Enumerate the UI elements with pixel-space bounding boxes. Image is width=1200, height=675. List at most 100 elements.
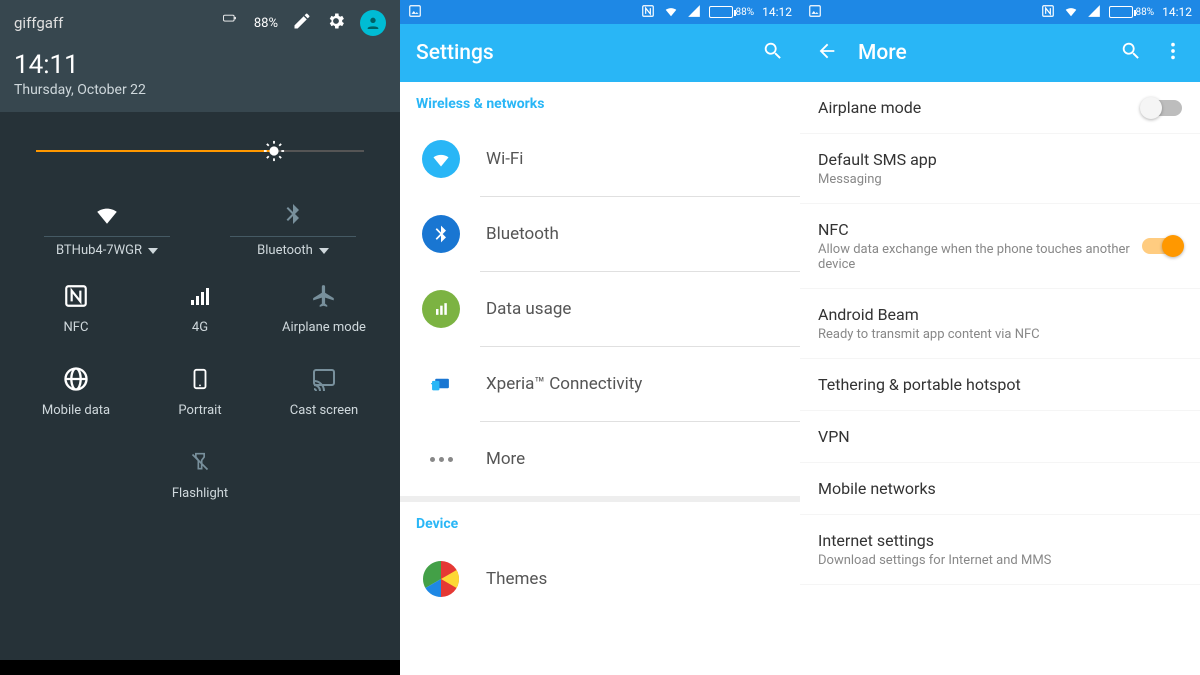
qs-tile-nfc[interactable]: NFC xyxy=(14,280,138,335)
row-label: More xyxy=(486,449,525,469)
qs-tile-signal[interactable]: 4G xyxy=(138,280,262,335)
row-label: Wi-Fi xyxy=(486,149,523,169)
status-time: 14:12 xyxy=(762,5,792,19)
tile-label: 4G xyxy=(192,320,208,335)
overflow-icon[interactable] xyxy=(1162,40,1184,66)
section-device: Device xyxy=(400,502,800,542)
qs-tile-mobiledata[interactable]: Mobile data xyxy=(14,363,138,418)
battery-icon: 88% xyxy=(1109,6,1155,18)
row-title: Android Beam xyxy=(818,305,1172,324)
more-row-beam[interactable]: Android Beam Ready to transmit app conten… xyxy=(800,289,1200,359)
wifi-icon xyxy=(422,140,460,178)
search-icon[interactable] xyxy=(1120,40,1142,66)
nfc-icon xyxy=(1041,4,1055,21)
battery-icon: 88% xyxy=(709,6,755,18)
row-subtitle: Download settings for Internet and MMS xyxy=(818,553,1172,568)
signal-icon xyxy=(138,280,262,312)
more-row-vpn[interactable]: VPN xyxy=(800,411,1200,463)
airplane-icon xyxy=(262,280,386,312)
tile-label: Mobile data xyxy=(42,403,110,418)
settings-row-datausage[interactable]: Data usage xyxy=(400,272,800,346)
row-title: VPN xyxy=(818,427,1172,446)
qs-tile-bluetooth[interactable]: Bluetooth xyxy=(200,194,386,272)
tile-label: Airplane mode xyxy=(282,320,366,335)
row-title: Tethering & portable hotspot xyxy=(818,375,1172,394)
row-title: Mobile networks xyxy=(818,479,1172,498)
nfc-icon xyxy=(14,280,138,312)
qs-tile-bluetooth-label: Bluetooth xyxy=(257,243,313,258)
more-row-nfc[interactable]: NFC Allow data exchange when the phone to… xyxy=(800,204,1200,289)
brightness-slider[interactable] xyxy=(14,136,386,166)
data-usage-icon xyxy=(422,290,460,328)
chevron-down-icon[interactable] xyxy=(148,248,158,254)
settings-row-wifi[interactable]: Wi-Fi xyxy=(400,122,800,196)
row-label: Data usage xyxy=(486,299,571,319)
row-title: NFC xyxy=(818,220,1132,239)
row-subtitle: Ready to transmit app content via NFC xyxy=(818,327,1172,342)
search-icon[interactable] xyxy=(762,40,784,66)
themes-icon xyxy=(422,560,460,598)
qs-tile-wifi-label: BTHub4-7WGR xyxy=(56,243,142,258)
qs-tile-flashlight[interactable]: Flashlight xyxy=(138,446,262,501)
row-label: Xperia™ Connectivity xyxy=(486,374,642,394)
row-label: Bluetooth xyxy=(486,224,559,244)
more-row-internet-settings[interactable]: Internet settings Download settings for I… xyxy=(800,515,1200,585)
qs-tile-rotation[interactable]: Portrait xyxy=(138,363,262,418)
wifi-icon xyxy=(14,200,200,228)
settings-row-xperia[interactable]: Xperia™ Connectivity xyxy=(400,347,800,421)
more-row-airplane[interactable]: Airplane mode xyxy=(800,82,1200,134)
xperia-connectivity-icon xyxy=(422,365,460,403)
status-bar: 88% 14:12 xyxy=(800,0,1200,24)
row-title: Airplane mode xyxy=(818,98,1132,117)
wifi-icon xyxy=(1063,4,1079,21)
row-title: Internet settings xyxy=(818,531,1172,550)
settings-panel: 88% 14:12 Settings Wireless & networks W… xyxy=(400,0,800,675)
row-title: Default SMS app xyxy=(818,150,1172,169)
settings-row-more[interactable]: More xyxy=(400,422,800,496)
battery-icon xyxy=(220,14,240,32)
qs-tile-cast[interactable]: Cast screen xyxy=(262,363,386,418)
screenshot-icon xyxy=(408,4,422,21)
section-wireless: Wireless & networks xyxy=(400,82,800,122)
nfc-switch[interactable] xyxy=(1142,238,1182,254)
more-icon xyxy=(422,440,460,478)
tile-label: Cast screen xyxy=(290,403,359,418)
back-icon[interactable] xyxy=(816,40,838,66)
more-row-sms[interactable]: Default SMS app Messaging xyxy=(800,134,1200,204)
row-subtitle: Allow data exchange when the phone touch… xyxy=(818,242,1132,272)
settings-row-bluetooth[interactable]: Bluetooth xyxy=(400,197,800,271)
brightness-thumb-icon[interactable] xyxy=(263,140,285,162)
gear-icon[interactable] xyxy=(326,11,346,35)
qs-header: giffgaff 88% 14:11 Thursday, October 22 xyxy=(0,0,400,112)
row-label: Themes xyxy=(486,569,547,589)
quick-settings-panel: giffgaff 88% 14:11 Thursday, October 22 xyxy=(0,0,400,675)
airplane-switch[interactable] xyxy=(1142,100,1182,116)
tile-label: NFC xyxy=(64,320,89,335)
chevron-down-icon[interactable] xyxy=(319,248,329,254)
nfc-icon xyxy=(641,4,655,21)
flashlight-icon xyxy=(138,446,262,478)
clock-date[interactable]: Thursday, October 22 xyxy=(14,82,386,98)
bluetooth-icon xyxy=(200,200,386,228)
more-row-tether[interactable]: Tethering & portable hotspot xyxy=(800,359,1200,411)
more-row-mobile-networks[interactable]: Mobile networks xyxy=(800,463,1200,515)
qs-tile-airplane[interactable]: Airplane mode xyxy=(262,280,386,335)
cast-icon xyxy=(262,363,386,395)
avatar-icon[interactable] xyxy=(360,10,386,36)
page-title: More xyxy=(858,41,1100,65)
portrait-icon xyxy=(138,363,262,395)
bluetooth-icon xyxy=(422,215,460,253)
qs-tile-wifi[interactable]: BTHub4-7WGR xyxy=(14,194,200,272)
clock-time[interactable]: 14:11 xyxy=(14,50,386,80)
row-subtitle: Messaging xyxy=(818,172,1172,187)
status-time: 14:12 xyxy=(1162,5,1192,19)
page-title: Settings xyxy=(416,41,742,65)
more-panel: 88% 14:12 More Airplane mode Default SMS… xyxy=(800,0,1200,675)
settings-row-themes[interactable]: Themes xyxy=(400,542,800,616)
app-bar: Settings xyxy=(400,24,800,82)
globe-icon xyxy=(14,363,138,395)
signal-icon xyxy=(1087,4,1101,21)
wifi-icon xyxy=(663,4,679,21)
tile-label: Flashlight xyxy=(172,486,228,501)
edit-icon[interactable] xyxy=(292,11,312,35)
